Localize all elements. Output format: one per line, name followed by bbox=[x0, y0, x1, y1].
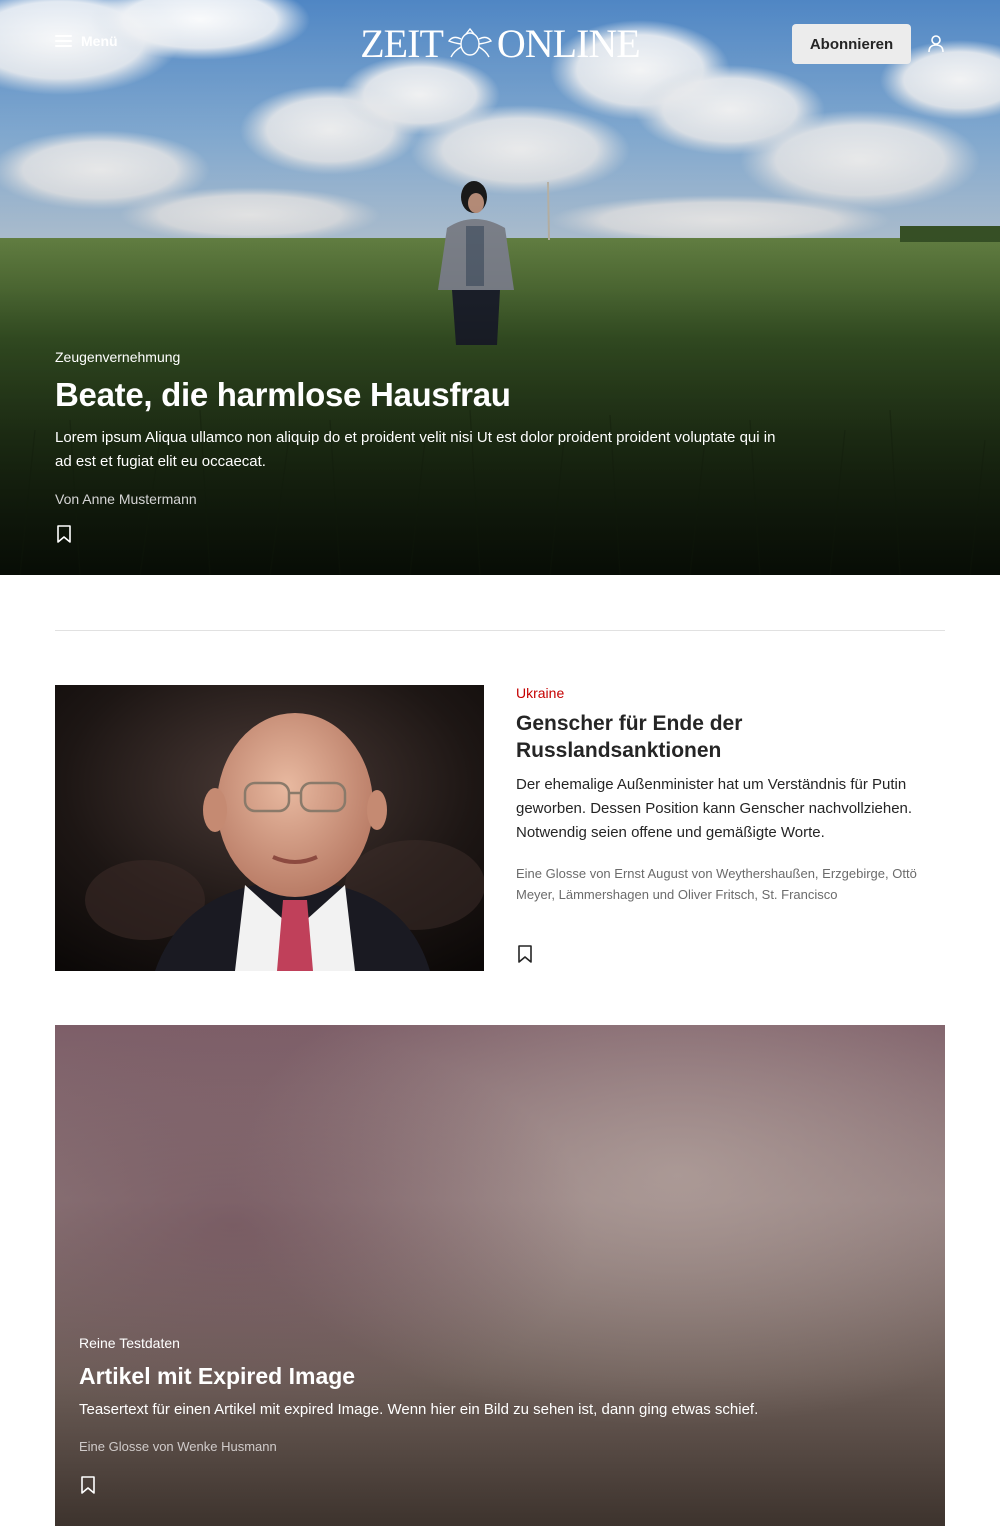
hero-kicker: Zeugenvernehmung bbox=[55, 349, 181, 365]
article-teaser-text: Teasertext für einen Artikel mit expired… bbox=[79, 1401, 759, 1418]
article-byline: Eine Glosse von Wenke Husmann bbox=[79, 1439, 277, 1454]
subscribe-button[interactable]: Abonnieren bbox=[792, 24, 911, 64]
bookmark-icon[interactable] bbox=[55, 524, 73, 544]
menu-icon bbox=[55, 35, 72, 47]
site-header: Menü ZEIT ONLINE Abonnieren bbox=[0, 0, 1000, 88]
article-text-expired: Reine Testdaten Artikel mit Expired Imag… bbox=[79, 1334, 919, 1454]
user-icon[interactable] bbox=[926, 34, 946, 54]
article-headline[interactable]: Genscher für Ende der Russlandsanktionen bbox=[516, 710, 946, 764]
article-kicker: Reine Testdaten bbox=[79, 1335, 180, 1351]
logo-text-left: ZEIT bbox=[360, 21, 444, 66]
menu-label: Menü bbox=[81, 33, 118, 49]
hero-text-block: Zeugenvernehmung Beate, die harmlose Hau… bbox=[55, 348, 795, 507]
article-byline: Eine Glosse von Ernst August von Weyther… bbox=[516, 866, 917, 902]
article-headline[interactable]: Artikel mit Expired Image bbox=[79, 1361, 919, 1391]
zeit-online-logo[interactable]: ZEIT ONLINE bbox=[339, 24, 661, 64]
hero-teaser[interactable]: Menü ZEIT ONLINE Abonnieren Zeugenverneh… bbox=[0, 0, 1000, 575]
article-teaser-text: Der ehemalige Außenminister hat um Verst… bbox=[516, 776, 913, 841]
article-teaser-expired-image[interactable]: Reine Testdaten Artikel mit Expired Imag… bbox=[55, 1025, 945, 1526]
menu-button[interactable]: Menü bbox=[55, 33, 118, 49]
hero-teaser-text: Lorem ipsum Aliqua ullamco non aliquip d… bbox=[55, 429, 776, 470]
article-image-genscher[interactable] bbox=[55, 685, 484, 971]
article-text-genscher: Ukraine Genscher für Ende der Russlandsa… bbox=[516, 684, 946, 905]
bookmark-icon[interactable] bbox=[79, 1475, 97, 1495]
bookmark-icon[interactable] bbox=[516, 944, 534, 964]
hero-byline: Von Anne Mustermann bbox=[55, 491, 197, 507]
article-kicker: Ukraine bbox=[516, 685, 565, 701]
logo-text-right: ONLINE bbox=[496, 21, 641, 66]
hero-headline[interactable]: Beate, die harmlose Hausfrau bbox=[55, 375, 795, 415]
crest-icon bbox=[447, 27, 492, 58]
section-divider bbox=[55, 630, 945, 631]
